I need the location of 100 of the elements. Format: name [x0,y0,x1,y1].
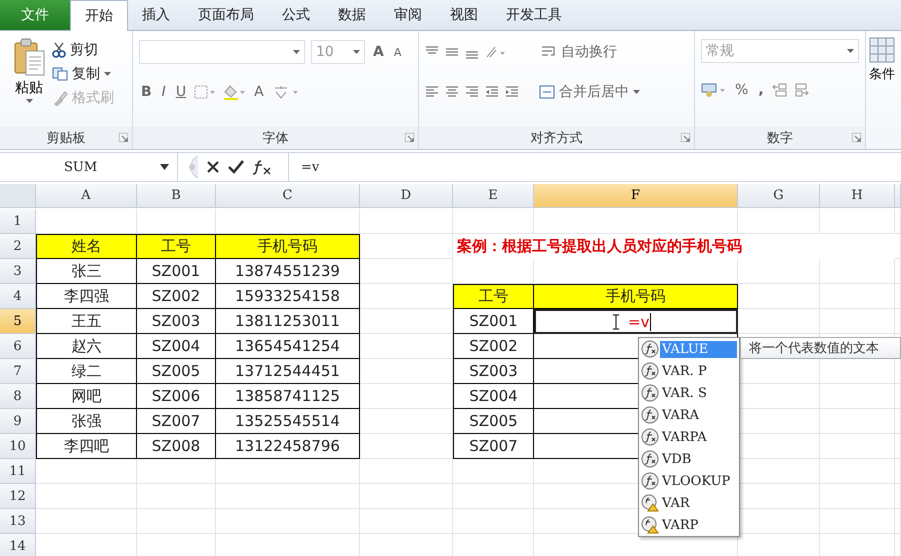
caret-icon [353,50,360,54]
caret-icon [847,49,854,53]
row-header[interactable]: 6 [0,334,36,359]
font-color-button[interactable]: A [252,84,266,100]
decrease-decimal-icon[interactable] [794,83,810,97]
table-cell: SZ007 [453,434,534,459]
clipboard-icon [13,37,45,77]
currency-icon[interactable] [701,82,727,98]
underline-button[interactable]: U [174,84,188,100]
group-label: 数字 [767,130,793,147]
paste-button[interactable]: 粘贴 [6,37,52,127]
align-right-icon[interactable] [465,85,479,99]
copy-icon [52,67,68,81]
shrink-font-button[interactable]: A [392,46,404,58]
cancel-icon[interactable] [206,160,220,174]
row-header[interactable]: 11 [0,459,36,484]
ribbon-tab[interactable]: 开发工具 [492,0,576,30]
function-icon [641,406,659,424]
orientation-icon[interactable] [485,45,507,59]
table-header-cell: 工号 [137,234,216,259]
ribbon-tab[interactable]: 插入 [128,0,184,30]
table-cell: SZ005 [137,359,216,384]
function-icon[interactable] [252,159,272,175]
table-cell: 赵六 [36,334,137,359]
group-label: 字体 [262,130,288,147]
conditional-format-button[interactable]: 条件 [869,37,895,127]
table-cell: SZ003 [453,359,534,384]
table-cell: SZ007 [137,409,216,434]
table-cell: 网吧 [36,384,137,409]
ribbon-tab[interactable]: 开始 [70,0,128,31]
table-cell: 13858741125 [216,384,360,409]
table-cell: 李四强 [36,284,137,309]
copy-button[interactable]: 复制 [52,65,114,83]
scissors-icon [52,42,66,58]
ribbon-tab[interactable]: 审阅 [380,0,436,30]
function-icon [641,428,659,446]
ribbon-tab[interactable]: 页面布局 [184,0,268,30]
column-header[interactable]: E [453,184,534,208]
cut-button[interactable]: 剪切 [52,41,114,59]
caret-icon [26,99,32,103]
column-header[interactable]: B [137,184,216,208]
percent-button[interactable]: % [733,82,750,98]
launcher-icon [405,133,414,142]
column-header[interactable]: A [36,184,137,208]
fill-bucket-icon[interactable] [222,84,246,100]
group-label: 剪贴板 [46,130,86,147]
ribbon-tab[interactable]: 公式 [268,0,324,30]
caret-icon [293,50,300,54]
row-header[interactable]: 8 [0,384,36,409]
autocomplete-item[interactable]: VARA [639,404,739,426]
table-header-cell: 姓名 [36,234,137,259]
increase-indent-icon[interactable] [505,85,519,99]
autocomplete-item[interactable]: VAR [639,492,739,514]
font-name-field[interactable] [139,40,305,64]
check-icon[interactable] [228,160,244,174]
align-left-icon[interactable] [425,85,439,99]
active-cell[interactable]: =v [534,309,738,334]
autocomplete-item[interactable]: VARPA [639,426,739,448]
bold-button[interactable]: B [139,84,154,100]
column-header[interactable]: F [534,184,738,208]
decrease-indent-icon[interactable] [485,85,499,99]
column-header[interactable]: H [820,184,895,208]
increase-decimal-icon[interactable] [772,83,788,97]
comma-style-button[interactable]: , [756,82,766,98]
autocomplete-item[interactable]: VLOOKUP [639,470,739,492]
row-header[interactable]: 2 [0,234,36,259]
ribbon-tab[interactable]: 数据 [324,0,380,30]
row-header[interactable]: 14 [0,534,36,556]
table-cell: 张强 [36,409,137,434]
table-header-cell: 手机号码 [216,234,360,259]
formula-field[interactable]: =v [289,160,320,174]
column-header[interactable]: D [360,184,453,208]
row-header[interactable]: 12 [0,484,36,509]
table-cell: SZ008 [137,434,216,459]
align-center-icon[interactable] [445,85,459,99]
name-box[interactable]: SUM [0,153,178,181]
table-cell: SZ004 [453,384,534,409]
row-header[interactable]: 7 [0,359,36,384]
column-header[interactable]: G [738,184,820,208]
autocomplete-item[interactable]: VARP [639,514,739,536]
ribbon-tab[interactable]: 视图 [436,0,492,30]
table-cell: SZ004 [137,334,216,359]
grow-font-button[interactable]: A [371,44,386,60]
merge-center-button[interactable]: 合并后居中 [539,83,640,101]
file-tab[interactable]: 文件 [0,0,70,30]
row-header[interactable]: 1 [0,209,36,234]
row-header[interactable]: 13 [0,509,36,534]
autocomplete-item[interactable]: VAR. P [639,360,739,382]
row-header[interactable]: 4 [0,284,36,309]
row-header[interactable]: 9 [0,409,36,434]
function-tooltip: 将一个代表数值的文本 [740,337,901,359]
italic-button[interactable]: I [160,84,168,100]
table-cell: 13874551239 [216,259,360,284]
wrap-text-button[interactable]: 自动换行 [541,43,617,61]
row-header[interactable]: 3 [0,259,36,284]
autocomplete-item[interactable]: VAR. S [639,382,739,404]
column-header[interactable]: C [216,184,360,208]
row-header[interactable]: 5 [0,309,36,334]
autocomplete-item[interactable]: VDB [639,448,739,470]
row-header[interactable]: 10 [0,434,36,459]
